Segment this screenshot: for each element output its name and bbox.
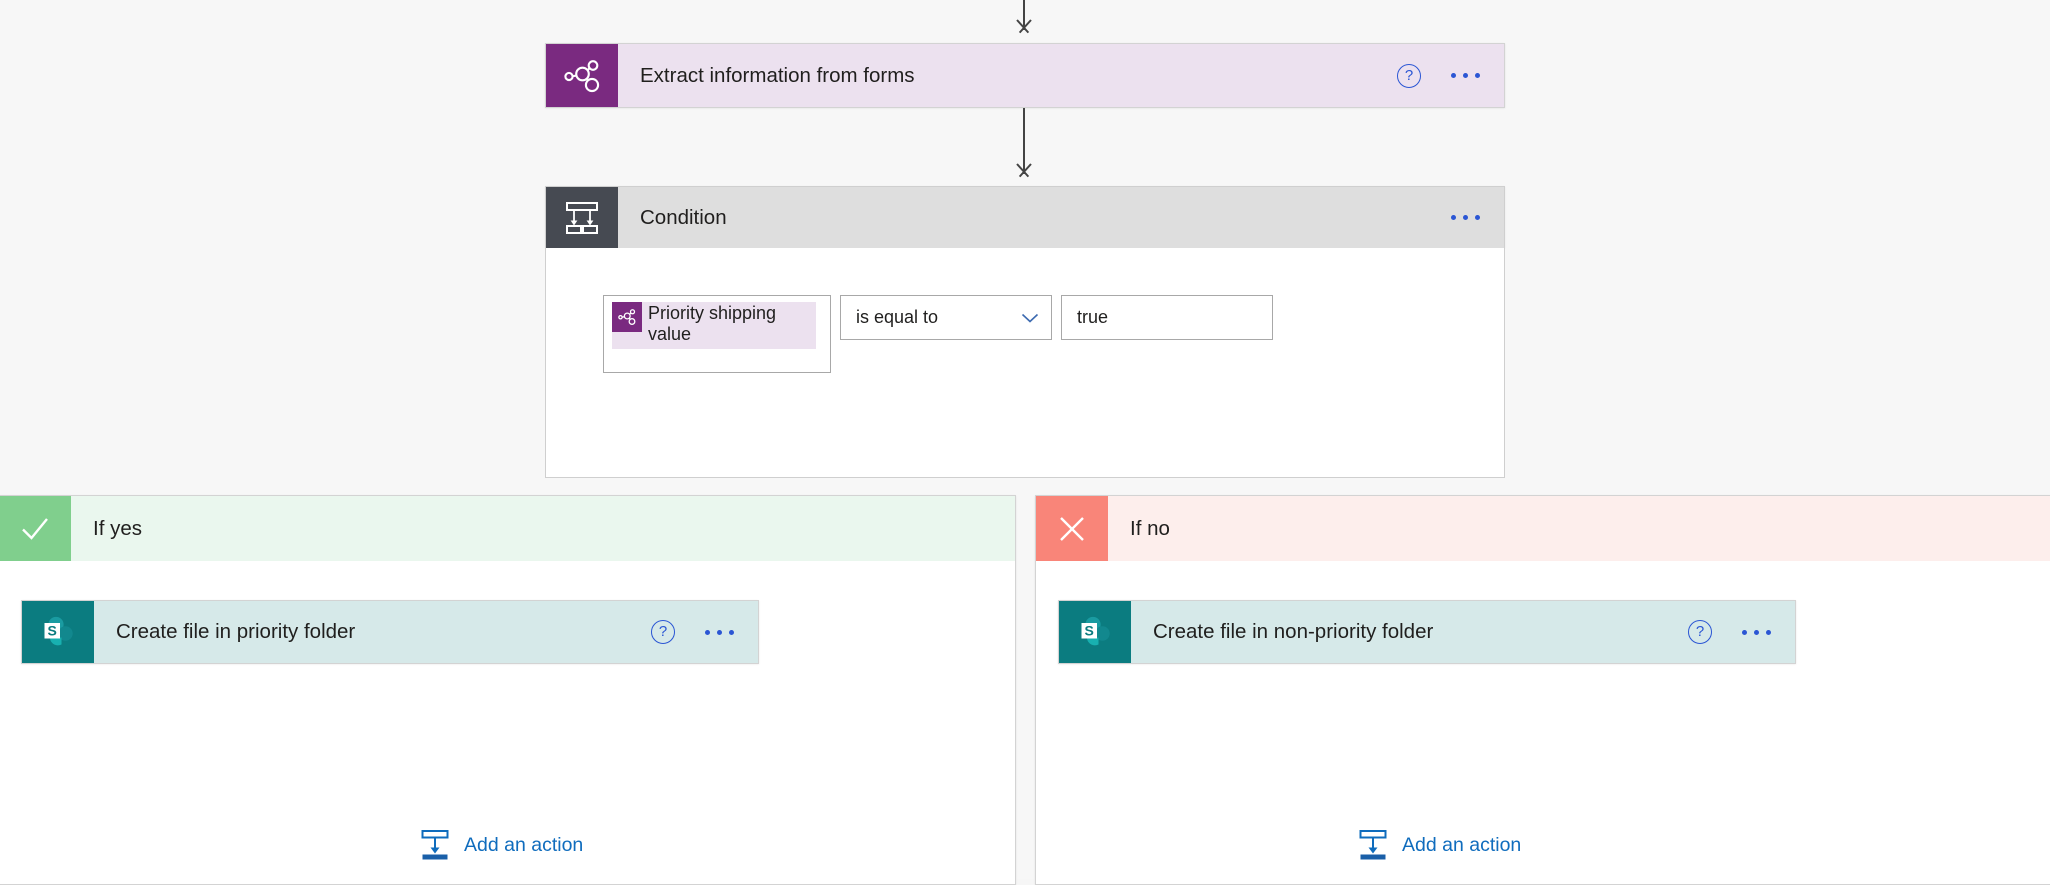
branch-if-no-content: S Create file in non-priority folder ? [1036,561,2050,884]
connector-top-to-extract [1004,0,1044,44]
condition-header-controls [1431,209,1482,226]
chevron-down-icon [1021,313,1039,323]
branch-if-yes-header: If yes [0,496,1015,561]
more-options-icon[interactable] [1449,67,1482,84]
operator-value: is equal to [856,307,938,328]
help-icon[interactable]: ? [1397,64,1421,88]
add-an-action-link-yes[interactable]: Add an action [420,829,583,861]
action-card-controls: ? [1670,620,1773,644]
action-card-title: Extract information from forms [640,64,915,88]
condition-header-body: Condition [618,187,1504,248]
insert-step-icon [420,829,450,861]
action-card-create-file-non-priority[interactable]: S Create file in non-priority folder ? [1058,600,1796,664]
branch-if-no-header: If no [1036,496,2050,561]
action-card-create-file-priority[interactable]: S Create file in priority folder ? [21,600,759,664]
add-an-action-label: Add an action [464,834,583,857]
action-card-extract-information[interactable]: Extract information from forms ? [545,43,1505,108]
condition-title: Condition [640,206,727,230]
token-label: Priority shipping value [642,302,816,349]
sharepoint-icon: S [22,601,94,663]
more-options-icon[interactable] [703,624,736,641]
condition-right-operand-input[interactable]: true [1061,295,1273,340]
checkmark-icon [0,496,71,561]
condition-body: Priority shipping value is equal to true [545,248,1505,478]
action-card-body: Extract information from forms ? [618,44,1504,107]
add-an-action-link-no[interactable]: Add an action [1358,829,1521,861]
branch-if-yes-content: S Create file in priority folder ? [0,561,1015,884]
more-options-icon[interactable] [1740,624,1773,641]
help-icon[interactable]: ? [651,620,675,644]
condition-value: true [1077,307,1108,328]
branch-if-yes-label: If yes [71,496,142,561]
branch-if-no-label: If no [1108,496,1170,561]
condition-card-header[interactable]: Condition [545,186,1505,248]
branch-if-no: If no S Create file in non-priority fold… [1035,495,2050,885]
svg-text:S: S [1085,622,1094,638]
action-card-body: Create file in non-priority folder ? [1131,601,1795,663]
action-card-title: Create file in priority folder [116,620,355,644]
flow-designer-canvas: Extract information from forms ? [0,0,2050,879]
insert-step-icon [1358,829,1388,861]
svg-text:S: S [48,622,57,638]
dynamic-content-token[interactable]: Priority shipping value [612,302,816,349]
condition-block: Condition [545,186,1505,478]
condition-expression-row: Priority shipping value is equal to true [603,295,1273,373]
help-icon[interactable]: ? [1688,620,1712,644]
ai-builder-icon [612,302,642,332]
ai-builder-icon [546,44,618,107]
branch-if-yes: If yes S Create file in priority folder [0,495,1016,885]
condition-left-operand-field[interactable]: Priority shipping value [603,295,831,373]
close-x-icon [1036,496,1108,561]
condition-operator-select[interactable]: is equal to [840,295,1052,340]
condition-branch-icon [546,187,618,248]
more-options-icon[interactable] [1449,209,1482,226]
sharepoint-icon: S [1059,601,1131,663]
action-card-controls: ? [633,620,736,644]
add-an-action-label: Add an action [1402,834,1521,857]
action-card-controls: ? [1379,64,1482,88]
action-card-body: Create file in priority folder ? [94,601,758,663]
connector-extract-to-condition [1004,108,1044,188]
action-card-title: Create file in non-priority folder [1153,620,1433,644]
